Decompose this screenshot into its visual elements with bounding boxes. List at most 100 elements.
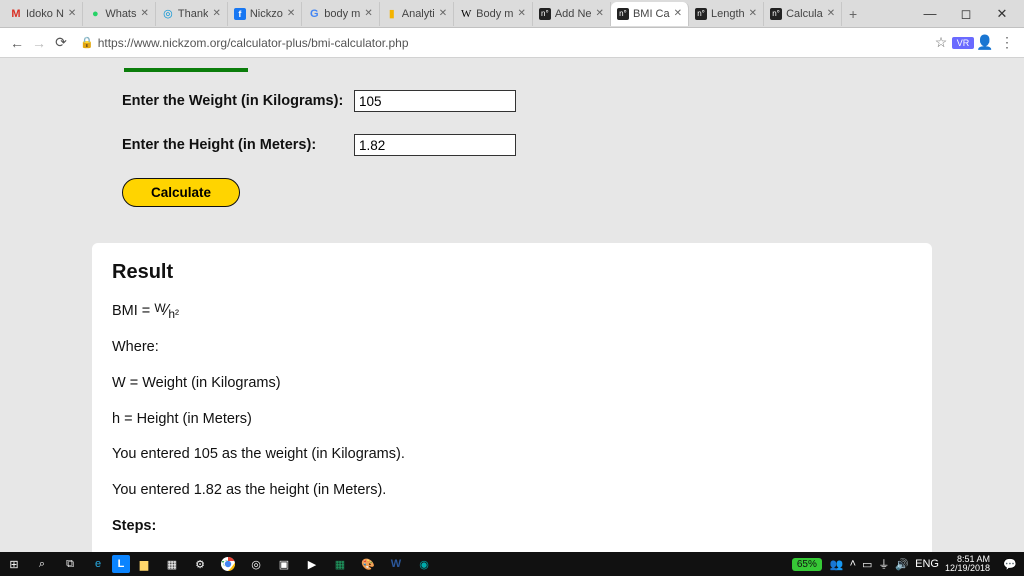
tab-8[interactable]: n° BMI Ca ✕	[611, 2, 689, 26]
settings-icon[interactable]: ⚙	[186, 552, 214, 576]
formula-fraction: W⁄h²	[154, 299, 179, 323]
tab-9[interactable]: n° Length ✕	[689, 2, 764, 26]
weight-input[interactable]	[354, 90, 516, 112]
tab-close-5[interactable]: ✕	[439, 8, 447, 19]
browser-menu-icon[interactable]: ⋮	[996, 34, 1018, 51]
tab-3[interactable]: f Nickzo ✕	[228, 2, 302, 26]
favicon-7: n°	[539, 8, 551, 20]
maximize-button[interactable]: ◻	[948, 6, 984, 22]
page-viewport: Enter the Weight (in Kilograms): Enter t…	[0, 58, 1024, 552]
app-icon-paint[interactable]: 🎨	[354, 552, 382, 576]
tab-close-2[interactable]: ✕	[212, 8, 220, 19]
formula-line: BMI = W⁄h²	[112, 299, 912, 323]
calculate-button[interactable]: Calculate	[122, 178, 240, 207]
extension-icon[interactable]: VR	[952, 37, 974, 49]
tab-label-0: Idoko N	[26, 8, 64, 20]
forward-button[interactable]: →	[28, 32, 50, 54]
favicon-10: n°	[770, 8, 782, 20]
task-view-icon[interactable]: ⧉	[56, 552, 84, 576]
tab-label-4: body m	[324, 8, 360, 20]
height-row: Enter the Height (in Meters):	[122, 134, 902, 156]
app-icon-g[interactable]: ▣	[270, 552, 298, 576]
favicon-5: ▮	[386, 8, 398, 20]
wifi-icon[interactable]: ⏚	[878, 556, 889, 572]
clock-date: 12/19/2018	[945, 564, 990, 573]
reload-button[interactable]: ⟳	[50, 32, 72, 54]
entered-height: You entered 1.82 as the height (in Meter…	[112, 480, 912, 502]
tab-1[interactable]: ● Whats ✕	[83, 2, 156, 26]
tab-close-0[interactable]: ✕	[68, 8, 76, 19]
entered-weight: You entered 105 as the weight (in Kilogr…	[112, 444, 912, 466]
minimize-button[interactable]: —	[912, 6, 948, 22]
tab-close-1[interactable]: ✕	[141, 8, 149, 19]
tab-7[interactable]: n° Add Ne ✕	[533, 2, 611, 26]
favicon-8: n°	[617, 8, 629, 20]
edge-icon[interactable]: e	[84, 552, 112, 576]
app-icon-l[interactable]: L	[112, 555, 130, 573]
back-button[interactable]: ←	[6, 32, 28, 54]
tab-label-1: Whats	[105, 8, 136, 20]
weight-row: Enter the Weight (in Kilograms):	[122, 90, 902, 112]
taskbar: ⊞ ⌕ ⧉ e L ▆ ▦ ⚙ ◎ ▣ ▶ ▦ 🎨 W ◉ 65% 👥 ˄ ▭ …	[0, 552, 1024, 576]
url-text[interactable]: https://www.nickzom.org/calculator-plus/…	[98, 36, 930, 50]
battery-indicator[interactable]: 65%	[792, 558, 822, 571]
lock-icon: 🔒	[80, 36, 94, 49]
tab-0[interactable]: M Idoko N ✕	[4, 2, 83, 26]
battery-icon[interactable]: ▭	[862, 558, 872, 571]
favicon-9: n°	[695, 8, 707, 20]
action-center-icon[interactable]: 💬	[996, 552, 1024, 576]
where-label: Where:	[112, 337, 912, 359]
tab-close-4[interactable]: ✕	[364, 8, 372, 19]
bmi-form: Enter the Weight (in Kilograms): Enter t…	[92, 58, 932, 225]
clock[interactable]: 8:51 AM 12/19/2018	[945, 555, 990, 574]
app-icon-excel[interactable]: ▦	[326, 552, 354, 576]
tab-close-7[interactable]: ✕	[596, 8, 604, 19]
tab-label-9: Length	[711, 8, 745, 20]
app-icon-c[interactable]: ◉	[410, 552, 438, 576]
close-window-button[interactable]: ✕	[984, 6, 1020, 22]
height-input[interactable]	[354, 134, 516, 156]
tab-close-3[interactable]: ✕	[287, 8, 295, 19]
file-explorer-icon[interactable]: ▆	[130, 552, 158, 576]
app-icon-word[interactable]: W	[382, 552, 410, 576]
app-icon-spiral[interactable]: ◎	[242, 552, 270, 576]
favicon-0: M	[10, 8, 22, 20]
tab-4[interactable]: G body m ✕	[302, 2, 379, 26]
tab-label-7: Add Ne	[555, 8, 592, 20]
favicon-4: G	[308, 8, 320, 20]
tab-label-2: Thank	[178, 8, 209, 20]
people-icon[interactable]: 👥	[830, 558, 844, 571]
app-icon-video[interactable]: ▶	[298, 552, 326, 576]
definition-h: h = Height (in Meters)	[112, 409, 912, 431]
favicon-1: ●	[89, 8, 101, 20]
window-controls: — ◻ ✕	[912, 6, 1020, 22]
tray-chevron-icon[interactable]: ˄	[850, 558, 856, 570]
favicon-3: f	[234, 8, 246, 20]
chrome-icon[interactable]	[214, 552, 242, 576]
tab-5[interactable]: ▮ Analyti ✕	[380, 2, 454, 26]
section-accent-bar	[124, 68, 248, 72]
language-indicator[interactable]: ENG	[915, 558, 939, 570]
tab-10[interactable]: n° Calcula ✕	[764, 2, 842, 26]
tab-label-3: Nickzo	[250, 8, 283, 20]
height-label: Enter the Height (in Meters):	[122, 137, 354, 153]
tab-close-6[interactable]: ✕	[517, 8, 525, 19]
result-heading: Result	[112, 257, 912, 287]
tab-strip: M Idoko N ✕ ● Whats ✕ ◎ Thank ✕ f Nickzo…	[0, 0, 1024, 28]
definition-w: W = Weight (in Kilograms)	[112, 373, 912, 395]
tab-label-5: Analyti	[402, 8, 435, 20]
system-tray[interactable]: 👥 ˄ ▭ ⏚ 🔊 ENG	[830, 556, 939, 572]
profile-avatar[interactable]: 👤	[974, 34, 996, 51]
tab-label-6: Body m	[476, 8, 513, 20]
tab-close-10[interactable]: ✕	[827, 8, 835, 19]
tab-close-9[interactable]: ✕	[749, 8, 757, 19]
bookmark-star-icon[interactable]: ☆	[930, 34, 952, 51]
new-tab-button[interactable]: +	[842, 6, 864, 22]
volume-icon[interactable]: 🔊	[895, 558, 909, 571]
tab-6[interactable]: W Body m ✕	[454, 2, 533, 26]
tab-2[interactable]: ◎ Thank ✕	[156, 2, 228, 26]
calculator-icon[interactable]: ▦	[158, 552, 186, 576]
tab-close-8[interactable]: ✕	[674, 8, 682, 19]
start-button[interactable]: ⊞	[0, 552, 28, 576]
search-icon[interactable]: ⌕	[28, 552, 56, 576]
